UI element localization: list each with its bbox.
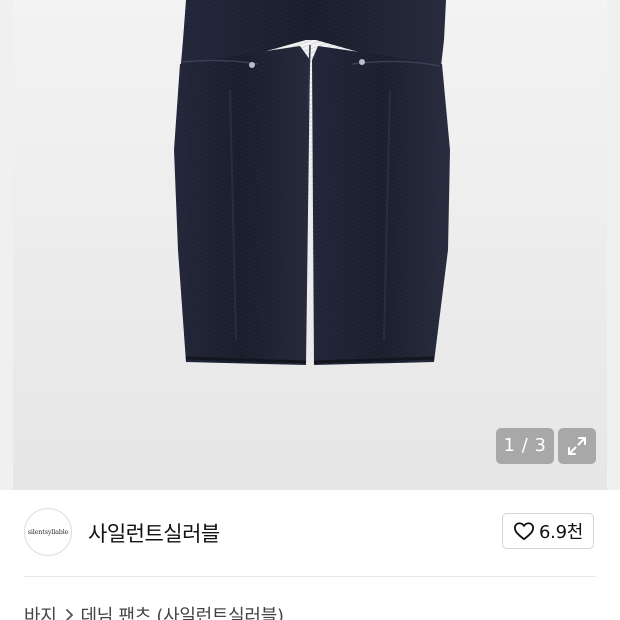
product-page: 1 / 3 silentsyllable 사일런트실러블 6.9천 바지 데님 … (0, 0, 620, 620)
image-counter: 1 / 3 (496, 428, 554, 464)
like-count: 6.9천 (539, 522, 583, 543)
like-button[interactable]: 6.9천 (502, 513, 594, 549)
shop-info-row: silentsyllable 사일런트실러블 6.9천 (24, 508, 596, 556)
shop-name[interactable]: 사일런트실러블 (88, 518, 220, 548)
expand-image-button[interactable] (558, 428, 596, 464)
image-counter-current: 1 (503, 435, 516, 456)
image-counter-total: 3 (534, 435, 547, 456)
breadcrumb: 바지 데님 팬츠 (사일런트실러블) (24, 600, 284, 620)
shop-logo[interactable]: silentsyllable (24, 508, 72, 556)
chevron-right-icon (63, 608, 75, 620)
product-photo-jeans (174, 0, 450, 365)
breadcrumb-item-category[interactable]: 바지 (24, 602, 57, 620)
breadcrumb-item-subcategory[interactable]: 데님 팬츠 (사일런트실러블) (81, 602, 284, 620)
heart-outline-icon (514, 522, 534, 541)
shop-logo-text: silentsyllable (27, 528, 69, 536)
expand-icon (568, 437, 586, 455)
image-counter-separator: / (521, 435, 529, 456)
product-image-area[interactable]: 1 / 3 (0, 0, 620, 490)
section-divider (24, 576, 596, 577)
